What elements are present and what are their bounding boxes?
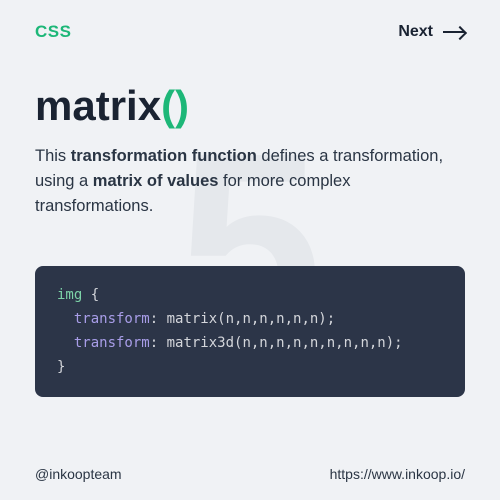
footer-url: https://www.inkoop.io/: [330, 466, 465, 482]
code-prop-1: transform: [57, 311, 150, 327]
header: CSS Next: [0, 0, 500, 42]
code-val-1: matrix(n,n,n,n,n,n);: [158, 311, 335, 327]
code-close-brace: }: [57, 359, 65, 375]
title-parens: (): [161, 82, 189, 129]
code-colon-1: :: [150, 311, 158, 327]
code-open-brace: {: [82, 287, 99, 303]
desc-bold1: transformation function: [71, 147, 257, 165]
code-colon-2: :: [150, 335, 158, 351]
content: matrix() This transformation function de…: [0, 42, 500, 218]
desc-part1: This: [35, 147, 71, 165]
footer-handle: @inkoopteam: [35, 466, 122, 482]
next-label: Next: [398, 23, 433, 41]
title-name: matrix: [35, 82, 161, 129]
code-line-1: img {: [57, 284, 443, 308]
code-line-3: transform: matrix3d(n,n,n,n,n,n,n,n,n);: [57, 332, 443, 356]
description: This transformation function defines a t…: [35, 144, 455, 218]
code-line-2: transform: matrix(n,n,n,n,n,n);: [57, 308, 443, 332]
page-title: matrix(): [35, 82, 465, 130]
footer: @inkoopteam https://www.inkoop.io/: [35, 466, 465, 482]
code-block: img { transform: matrix(n,n,n,n,n,n); tr…: [35, 266, 465, 397]
code-val-2: matrix3d(n,n,n,n,n,n,n,n,n);: [158, 335, 402, 351]
desc-bold2: matrix of values: [93, 172, 219, 190]
code-selector: img: [57, 287, 82, 303]
css-label: CSS: [35, 22, 71, 42]
next-button[interactable]: Next: [398, 23, 465, 41]
arrow-right-icon: [443, 31, 465, 33]
code-prop-2: transform: [57, 335, 150, 351]
code-line-4: }: [57, 356, 443, 380]
